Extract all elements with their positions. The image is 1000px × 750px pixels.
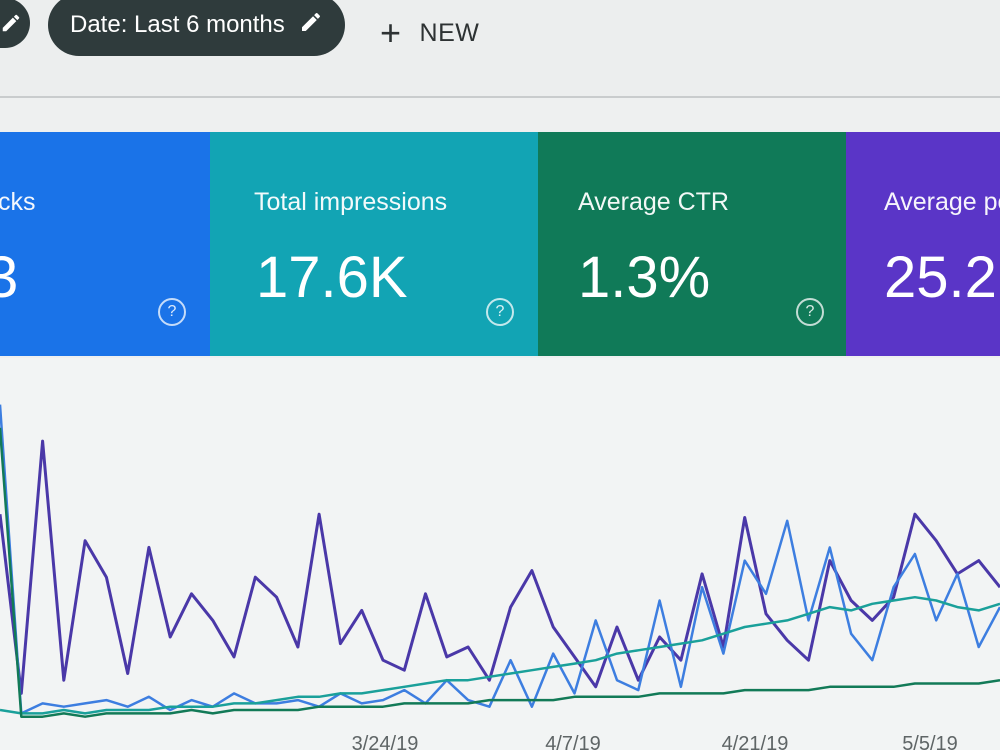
pencil-icon[interactable] [299, 10, 323, 41]
series-line-0 [0, 439, 1000, 695]
metric-cards: cks 3 ? Total impressions 17.6K ? Averag… [0, 132, 1000, 358]
line-chart: 3/24/19 4/7/19 4/21/19 5/5/19 [0, 404, 1000, 750]
toolbar: Date: Last 6 months + NEW [0, 0, 1000, 98]
x-tick-label: 5/5/19 [902, 733, 958, 750]
date-filter-chip[interactable]: Date: Last 6 months [48, 0, 345, 56]
metric-label: Average CTR [578, 188, 729, 216]
series-line-1 [0, 404, 1000, 715]
metric-card-ctr[interactable]: Average CTR 1.3% ? [538, 132, 846, 356]
plus-icon: + [380, 12, 402, 53]
x-tick-label: 4/7/19 [545, 733, 601, 750]
help-icon[interactable]: ? [796, 298, 824, 326]
new-label: NEW [419, 18, 480, 47]
metric-label: Average pos [884, 188, 1000, 216]
series-line-3 [0, 427, 1000, 718]
pencil-icon [2, 14, 20, 32]
metric-label: cks [0, 188, 36, 216]
x-tick-label: 3/24/19 [352, 733, 419, 750]
metric-card-position[interactable]: Average pos 25.2 [846, 132, 1000, 356]
date-filter-label: Date: Last 6 months [70, 11, 285, 38]
help-icon[interactable]: ? [486, 298, 514, 326]
edit-chip-partial[interactable] [0, 0, 30, 48]
series-line-2 [0, 595, 1000, 715]
metric-value: 17.6K [256, 245, 408, 310]
metric-value: 25.2 [884, 245, 997, 310]
performance-chart: 3/24/19 4/7/19 4/21/19 5/5/19 [0, 358, 1000, 750]
new-filter-button[interactable]: + NEW [380, 10, 479, 56]
metric-label: Total impressions [254, 188, 448, 216]
x-tick-label: 4/21/19 [722, 733, 789, 750]
metric-value: 1.3% [578, 245, 711, 310]
metric-value: 3 [0, 245, 19, 310]
metric-card-clicks[interactable]: cks 3 ? [0, 132, 210, 356]
metric-card-impressions[interactable]: Total impressions 17.6K ? [210, 132, 538, 356]
help-icon[interactable]: ? [158, 298, 186, 326]
